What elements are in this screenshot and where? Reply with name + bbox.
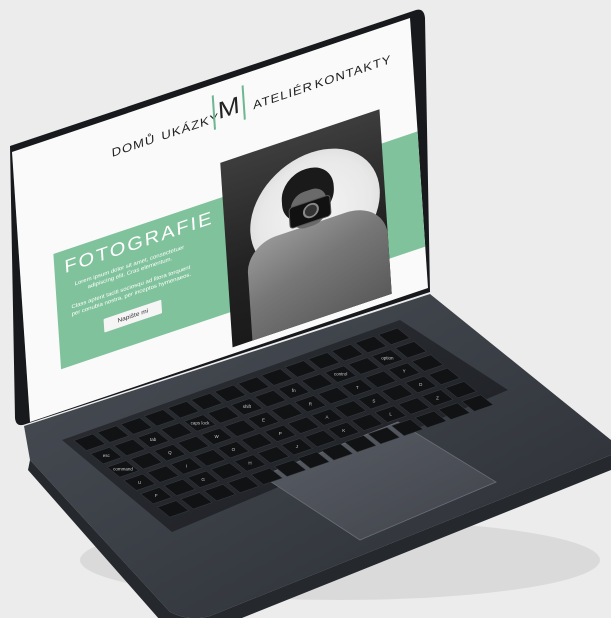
keyboard-key[interactable]	[270, 403, 304, 421]
keyboard-key-label: fn	[292, 388, 296, 393]
keyboard-key[interactable]	[437, 402, 471, 420]
keyboard-key[interactable]	[190, 393, 223, 411]
keyboard-key-label: Q	[168, 450, 172, 455]
keyboard-key-label: F	[155, 493, 158, 498]
keyboard-key-label: caps lock	[191, 421, 211, 426]
laptop-scene: DOMŮ UKÁZKY M ATELIÉR KONTAKTY FOTOGRAFI…	[0, 0, 611, 618]
keyboard-key-label: U	[138, 480, 141, 485]
keyboard-key[interactable]	[160, 422, 193, 440]
keyboard-key[interactable]	[250, 467, 283, 485]
keyboard-key[interactable]	[120, 417, 153, 435]
keyboard-key[interactable]	[444, 381, 478, 399]
keyboard-key[interactable]	[73, 433, 106, 451]
keyboard-key[interactable]	[193, 449, 227, 467]
keyboard-key[interactable]	[227, 475, 260, 494]
keyboard-key-label: control	[334, 372, 348, 377]
keyboard-key[interactable]	[367, 427, 400, 445]
keyboard-key[interactable]	[260, 368, 294, 386]
keyboard-key[interactable]	[317, 387, 350, 405]
keyboard-key[interactable]	[146, 465, 180, 483]
keyboard-key-label: H	[248, 461, 251, 466]
keyboard-key[interactable]	[240, 433, 273, 451]
keyboard-key[interactable]	[207, 406, 240, 424]
keyboard-key-label: option	[381, 355, 394, 360]
keyboard-key[interactable]	[210, 462, 243, 480]
keyboard-key[interactable]	[378, 327, 411, 345]
keyboard-key[interactable]	[163, 478, 196, 496]
keyboard-key[interactable]	[223, 419, 257, 437]
keyboard-key[interactable]	[394, 341, 428, 359]
keyboard-key[interactable]	[354, 336, 387, 354]
keyboard-key[interactable]	[287, 416, 320, 434]
keyboard-key[interactable]	[297, 451, 330, 469]
keyboard-key[interactable]	[96, 425, 130, 443]
keyboard-key[interactable]	[461, 394, 494, 412]
keyboard-key-label: P	[279, 431, 282, 436]
keyboard-key[interactable]	[364, 370, 397, 388]
keyboard-key[interactable]	[113, 438, 146, 456]
keyboard-key[interactable]	[180, 492, 213, 510]
keyboard-key[interactable]	[143, 409, 177, 427]
keyboard-key[interactable]	[307, 352, 341, 370]
keyboard-key[interactable]	[331, 344, 364, 362]
keyboard-key[interactable]	[414, 410, 447, 428]
keyboard-key-label: command	[113, 466, 133, 471]
keyboard-key[interactable]	[130, 452, 163, 470]
keyboard-key-label: shift	[243, 404, 252, 409]
keyboard-key-label: A	[326, 415, 329, 420]
keyboard-key[interactable]	[428, 367, 461, 385]
keyboard-key[interactable]	[254, 390, 287, 408]
keyboard-key-label: tab	[150, 437, 157, 442]
keyboard-key[interactable]	[273, 459, 307, 477]
keyboard-key[interactable]	[351, 413, 384, 431]
keyboard-key-label: O	[232, 447, 236, 452]
keyboard-key[interactable]	[301, 373, 334, 391]
keyboard-key[interactable]	[156, 500, 190, 518]
keyboard-key[interactable]	[347, 357, 381, 375]
keyboard-key-label: W	[215, 434, 220, 439]
keyboard-key[interactable]	[214, 384, 247, 402]
keyboard-key-label: E	[262, 418, 265, 423]
keyboard-key[interactable]	[304, 430, 337, 448]
keyboard-key[interactable]	[381, 384, 414, 402]
keyboard-key-label: S	[372, 398, 375, 403]
keyboard-key-label: esc	[103, 453, 111, 458]
keyboard-key[interactable]	[320, 443, 354, 461]
keyboard-key-label: I	[186, 463, 187, 468]
keyboard-key-label: G	[201, 477, 205, 482]
keyboard-key[interactable]	[257, 446, 290, 464]
keyboard-key[interactable]	[344, 435, 377, 453]
keyboard-key[interactable]	[397, 397, 431, 415]
keyboard-key[interactable]	[284, 360, 317, 378]
keyboard-key[interactable]	[167, 401, 200, 419]
keyboard-key[interactable]	[334, 400, 367, 418]
keyboard-key[interactable]	[177, 435, 210, 454]
keyboard-key-label: Y	[403, 369, 406, 374]
keyboard-key-label: J	[296, 444, 298, 449]
keyboard-key[interactable]	[203, 484, 236, 502]
keyboard-key-label: T	[356, 385, 359, 390]
keyboard-key[interactable]	[237, 376, 270, 394]
keyboard-key-label: K	[342, 428, 345, 433]
keyboard-key-label: Z	[436, 395, 439, 400]
keyboard-key[interactable]	[391, 418, 424, 437]
keyboard-key[interactable]	[411, 354, 444, 372]
keyboard-keys: esc tab caps lock shift fn control option comma…	[73, 327, 494, 518]
